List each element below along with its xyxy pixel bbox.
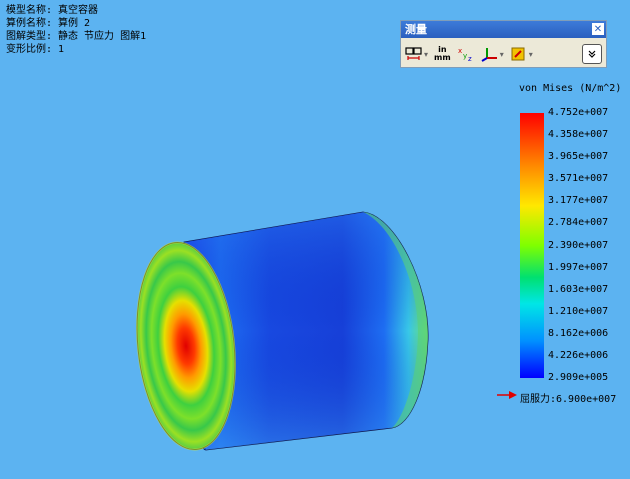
yield-arrow-icon xyxy=(497,391,517,399)
legend-tick-label: 4.226e+006 xyxy=(548,350,609,362)
legend-title: von Mises (N/m^2) xyxy=(519,83,622,94)
legend-tick-label: 2.390e+007 xyxy=(548,239,609,251)
legend-tick-label: 3.177e+007 xyxy=(548,195,609,207)
legend-tick-label: 2.784e+007 xyxy=(548,217,609,229)
legend-tick-label: 1.603e+007 xyxy=(548,283,609,295)
legend-tick-label: 3.965e+007 xyxy=(548,151,609,163)
legend-tick-label: 1.210e+007 xyxy=(548,305,609,317)
legend-tick-label: 4.358e+007 xyxy=(548,129,609,141)
legend-tick-label: 1.997e+007 xyxy=(548,261,609,273)
yield-strength-label: 屈服力:6.900e+007 xyxy=(520,394,617,405)
legend-tick-label: 4.752e+007 xyxy=(548,107,609,118)
legend-colorbar xyxy=(520,113,544,378)
legend-tick-label: 8.162e+006 xyxy=(548,327,609,339)
legend-tick-label: 3.571e+007 xyxy=(548,173,609,185)
legend-ticks: 4.752e+007 4.358e+007 3.965e+007 3.571e+007… xyxy=(548,106,608,393)
